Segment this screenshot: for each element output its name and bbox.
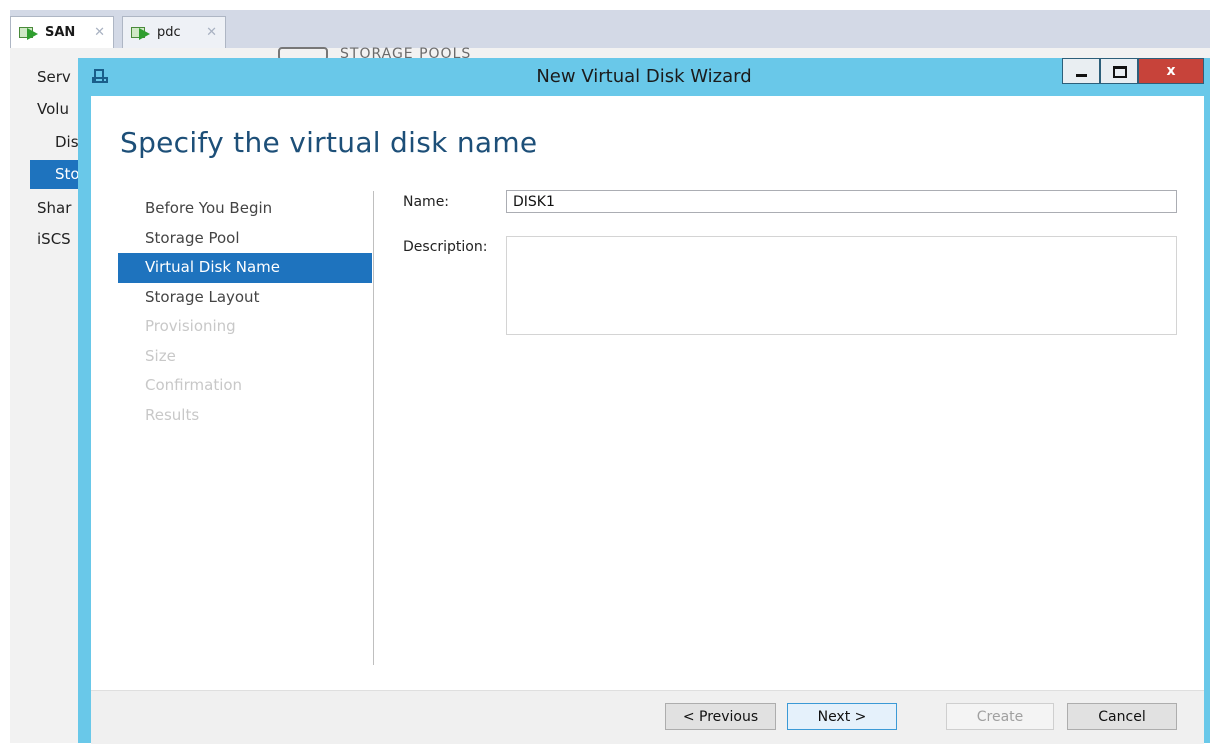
wizard-title: New Virtual Disk Wizard xyxy=(536,66,752,87)
step-results: Results xyxy=(145,405,200,424)
previous-button[interactable]: < Previous xyxy=(665,703,776,730)
create-button: Create xyxy=(946,703,1054,730)
page-heading: Specify the virtual disk name xyxy=(120,126,538,159)
step-virtual-disk-name[interactable]: Virtual Disk Name xyxy=(118,253,372,283)
nav-item-shares[interactable]: Shar xyxy=(37,199,78,217)
server-manager-nav: Serv Volu Dis Sto Shar iSCS xyxy=(10,48,78,743)
next-button[interactable]: Next > xyxy=(787,703,897,730)
close-icon[interactable]: ✕ xyxy=(206,25,217,40)
nav-item-storage-pools[interactable]: Sto xyxy=(30,160,78,189)
nav-item-volumes[interactable]: Volu xyxy=(37,100,78,118)
wizard-content: Specify the virtual disk name Before You… xyxy=(91,96,1204,744)
vm-icon xyxy=(19,25,39,41)
step-confirmation: Confirmation xyxy=(145,376,243,394)
steps-divider xyxy=(373,191,374,665)
step-storage-layout[interactable]: Storage Layout xyxy=(118,283,372,313)
new-virtual-disk-wizard: New Virtual Disk Wizard x Specify the vi… xyxy=(78,58,1210,744)
minimize-button[interactable] xyxy=(1062,58,1100,84)
cancel-button[interactable]: Cancel xyxy=(1067,703,1177,730)
vm-tab-san[interactable]: SAN ✕ xyxy=(10,16,114,48)
vm-icon xyxy=(131,25,151,41)
close-button[interactable]: x xyxy=(1138,58,1204,84)
close-icon[interactable]: ✕ xyxy=(94,25,105,40)
vm-tab-strip: SAN ✕ pdc ✕ xyxy=(10,10,1210,48)
nav-item-disks[interactable]: Dis xyxy=(55,133,78,151)
wizard-steps: Before You Begin Storage Pool Virtual Di… xyxy=(118,194,372,430)
maximize-button[interactable] xyxy=(1100,58,1138,84)
description-label: Description: xyxy=(403,239,488,255)
name-label: Name: xyxy=(403,194,450,210)
description-input[interactable] xyxy=(506,236,1177,335)
vm-tab-label: SAN xyxy=(45,25,76,40)
nav-item-servers[interactable]: Serv xyxy=(37,68,78,86)
step-before-you-begin[interactable]: Before You Begin xyxy=(118,194,372,224)
name-input[interactable] xyxy=(506,190,1177,213)
wizard-titlebar[interactable]: New Virtual Disk Wizard x xyxy=(78,58,1210,96)
step-size: Size xyxy=(145,346,176,365)
step-storage-pool[interactable]: Storage Pool xyxy=(118,224,372,254)
step-provisioning: Provisioning xyxy=(145,317,236,335)
wizard-footer: < Previous Next > Create Cancel xyxy=(91,690,1204,744)
vm-tab-pdc[interactable]: pdc ✕ xyxy=(122,16,226,48)
vm-tab-label: pdc xyxy=(157,25,181,40)
nav-item-iscsi[interactable]: iSCS xyxy=(37,230,78,248)
